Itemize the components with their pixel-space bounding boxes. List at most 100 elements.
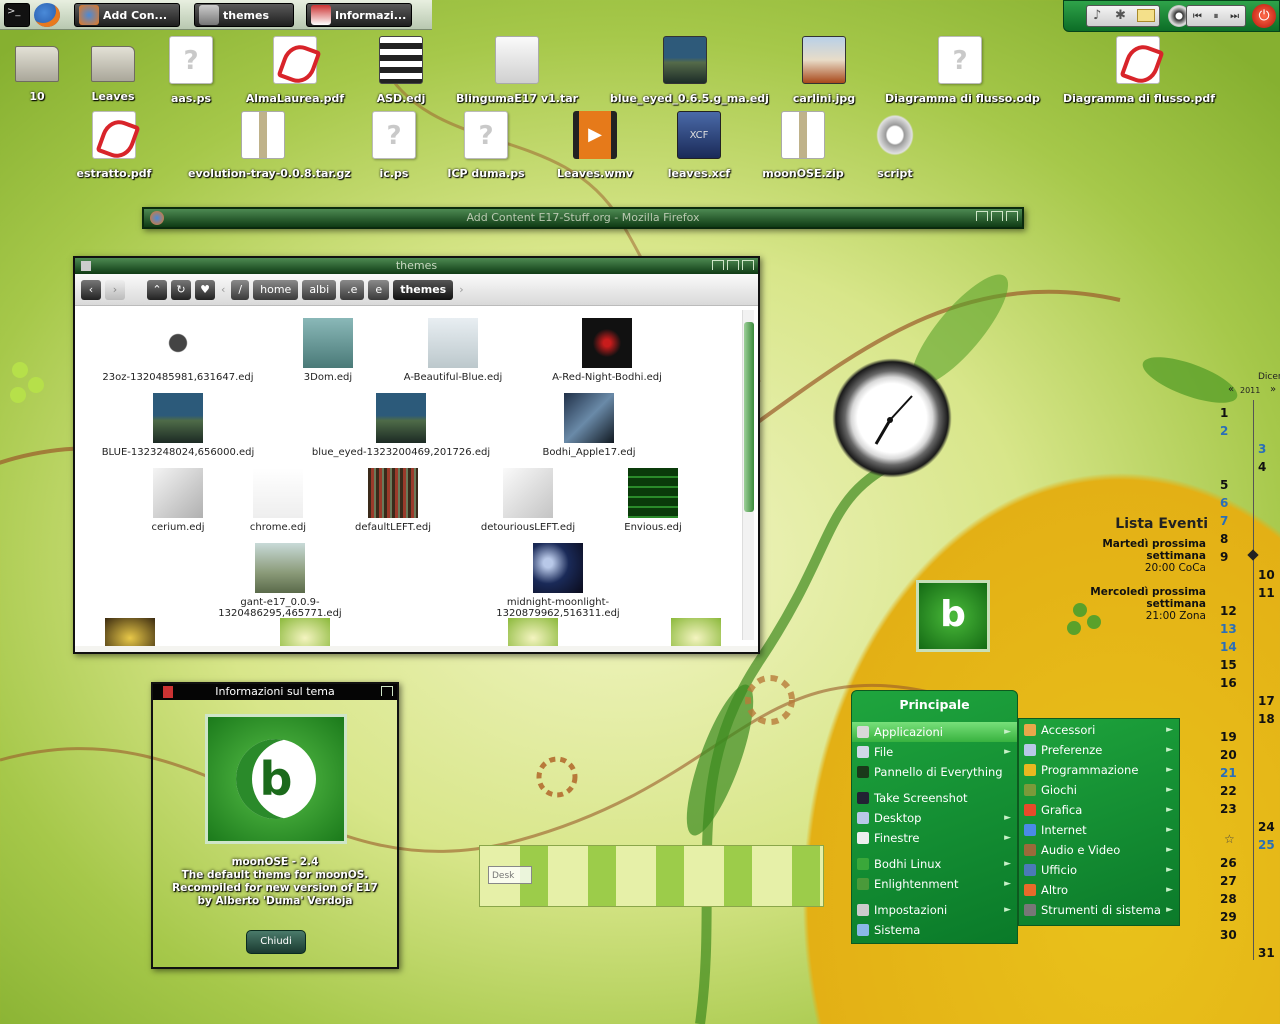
calendar-day[interactable]: 12 xyxy=(1220,604,1237,618)
power-icon[interactable]: ⏻ xyxy=(1252,4,1276,28)
file-item[interactable]: Bodhi_Apple17.edj xyxy=(499,393,679,458)
bodhi-desktop-gadget[interactable]: b xyxy=(916,580,990,652)
desktop-icon[interactable]: ? Diagramma di flusso.odp xyxy=(885,36,1040,105)
clock-widget[interactable] xyxy=(828,354,956,482)
minimize-icon[interactable] xyxy=(712,260,724,270)
calendar-day[interactable]: 28 xyxy=(1220,892,1237,906)
calendar-day[interactable]: 19 xyxy=(1220,730,1237,744)
firefox-launcher-icon[interactable] xyxy=(34,3,60,27)
window-menu-icon[interactable] xyxy=(81,261,91,271)
close-icon[interactable] xyxy=(381,686,393,696)
calendar-day[interactable]: 25 xyxy=(1258,838,1275,852)
submenu-item[interactable]: Audio e Video ► xyxy=(1019,840,1179,860)
menu-item[interactable]: Sistema xyxy=(852,920,1017,940)
desktop-icon[interactable]: carlini.jpg xyxy=(749,36,899,105)
submenu-item[interactable]: Grafica ► xyxy=(1019,800,1179,820)
calendar-prev-button[interactable]: « xyxy=(1228,384,1234,395)
terminal-icon[interactable]: >_ xyxy=(4,3,30,27)
submenu-item[interactable]: Preferenze ► xyxy=(1019,740,1179,760)
submenu-item[interactable]: Strumenti di sistema ► xyxy=(1019,900,1179,920)
notification-area[interactable]: ♪ ✱ xyxy=(1086,5,1160,27)
calendar-day[interactable]: 30 xyxy=(1220,928,1237,942)
breadcrumb-left-arrow[interactable]: ‹ xyxy=(221,283,225,296)
file-thumbnail[interactable] xyxy=(280,618,330,646)
file-thumbnail[interactable] xyxy=(671,618,721,646)
file-item[interactable]: gant-e17_0.0.9-1320486295,465771.edj xyxy=(190,543,370,619)
submenu-item[interactable]: Altro ► xyxy=(1019,880,1179,900)
pause-icon[interactable]: ⏸ xyxy=(1213,11,1218,22)
calendar-day[interactable]: 23 xyxy=(1220,802,1237,816)
taskbar-item-firefox[interactable]: Add Con... xyxy=(74,3,180,27)
taskbar-item-themes[interactable]: themes xyxy=(194,3,294,27)
submenu-item[interactable]: Ufficio ► xyxy=(1019,860,1179,880)
up-button[interactable]: ⌃ xyxy=(147,279,167,300)
next-track-icon[interactable]: ⏭ xyxy=(1230,11,1239,22)
window-titlebar[interactable]: Informazioni sul tema xyxy=(153,684,397,700)
back-button[interactable]: ‹ xyxy=(81,279,101,300)
file-item[interactable]: A-Red-Night-Bodhi.edj xyxy=(517,318,697,383)
breadcrumb-item[interactable]: albi xyxy=(302,279,337,300)
scrollbar-thumb[interactable] xyxy=(744,322,754,512)
file-item[interactable]: A-Beautiful-Blue.edj xyxy=(363,318,543,383)
desktop-icon[interactable]: blue_eyed_0.6.5.g_ma.edj xyxy=(610,36,769,105)
taskbar-item-info[interactable]: Informazi... xyxy=(306,3,412,27)
breadcrumb-item[interactable]: / xyxy=(231,279,250,300)
submenu-item[interactable]: Giochi ► xyxy=(1019,780,1179,800)
calendar-day[interactable]: 31 xyxy=(1258,946,1275,960)
close-button[interactable]: Chiudi xyxy=(246,930,306,954)
file-thumbnail[interactable] xyxy=(105,618,155,646)
calendar-next-button[interactable]: » xyxy=(1270,384,1276,395)
refresh-button[interactable]: ↻ xyxy=(171,279,191,300)
menu-item[interactable]: Pannello di Everything xyxy=(852,762,1017,782)
calendar-day[interactable]: 20 xyxy=(1220,748,1237,762)
submenu-item[interactable]: Internet ► xyxy=(1019,820,1179,840)
breadcrumb-item[interactable]: home xyxy=(253,279,299,300)
calendar-day[interactable]: 6 xyxy=(1220,496,1228,510)
desktop-pager[interactable]: Desk xyxy=(479,845,824,907)
breadcrumb-item[interactable]: themes xyxy=(393,279,454,300)
calendar-day[interactable]: 9 xyxy=(1220,550,1228,564)
maximize-icon[interactable] xyxy=(727,260,739,270)
submenu-item[interactable]: Programmazione ► xyxy=(1019,760,1179,780)
menu-item[interactable]: Enlightenment ► xyxy=(852,874,1017,894)
calendar-day[interactable]: 22 xyxy=(1220,784,1237,798)
calendar-day[interactable]: 16 xyxy=(1220,676,1237,690)
menu-item[interactable]: Applicazioni ► xyxy=(852,722,1017,742)
calendar-day[interactable]: 14 xyxy=(1220,640,1237,654)
calendar-day[interactable]: 4 xyxy=(1258,460,1266,474)
menu-item[interactable]: Bodhi Linux ► xyxy=(852,854,1017,874)
calendar-day[interactable]: 10 xyxy=(1258,568,1275,582)
calendar-day[interactable]: 24 xyxy=(1258,820,1275,834)
window-titlebar[interactable]: themes xyxy=(75,258,758,274)
desktop-icon[interactable]: estratto.pdf xyxy=(39,111,189,180)
file-item[interactable]: blue_eyed-1323200469,201726.edj xyxy=(311,393,491,458)
calendar-day[interactable]: 2 xyxy=(1220,424,1228,438)
close-icon[interactable] xyxy=(1006,211,1018,221)
breadcrumb-item[interactable]: e xyxy=(368,279,390,300)
favorite-button[interactable]: ♥ xyxy=(195,279,215,300)
calendar-day[interactable]: 27 xyxy=(1220,874,1237,888)
calendar-day[interactable]: 13 xyxy=(1220,622,1237,636)
calendar-day[interactable]: 7 xyxy=(1220,514,1228,528)
close-icon[interactable] xyxy=(742,260,754,270)
desktop-icon[interactable]: Diagramma di flusso.pdf xyxy=(1063,36,1215,105)
maximize-icon[interactable] xyxy=(991,211,1003,221)
menu-item[interactable]: File ► xyxy=(852,742,1017,762)
forward-button[interactable]: › xyxy=(105,279,125,300)
menu-item[interactable]: Impostazioni ► xyxy=(852,900,1017,920)
calendar-day[interactable]: 5 xyxy=(1220,478,1228,492)
breadcrumb-item[interactable]: .e xyxy=(340,279,365,300)
desktop-icon[interactable]: script xyxy=(820,111,970,180)
menu-item[interactable]: Desktop ► xyxy=(852,808,1017,828)
file-thumbnail[interactable] xyxy=(508,618,558,646)
breadcrumb-right-arrow[interactable]: › xyxy=(459,283,463,296)
submenu-item[interactable]: Accessori ► xyxy=(1019,720,1179,740)
calendar-day[interactable]: 8 xyxy=(1220,532,1228,546)
calendar-day[interactable]: 1 xyxy=(1220,406,1228,420)
scrollbar[interactable] xyxy=(742,310,754,640)
desktop-icon[interactable]: BlingumaE17 v1.tar xyxy=(442,36,592,105)
calendar-day[interactable]: 18 xyxy=(1258,712,1275,726)
menu-item[interactable]: Take Screenshot xyxy=(852,788,1017,808)
minimize-icon[interactable] xyxy=(976,211,988,221)
calendar-day[interactable]: 21 xyxy=(1220,766,1237,780)
